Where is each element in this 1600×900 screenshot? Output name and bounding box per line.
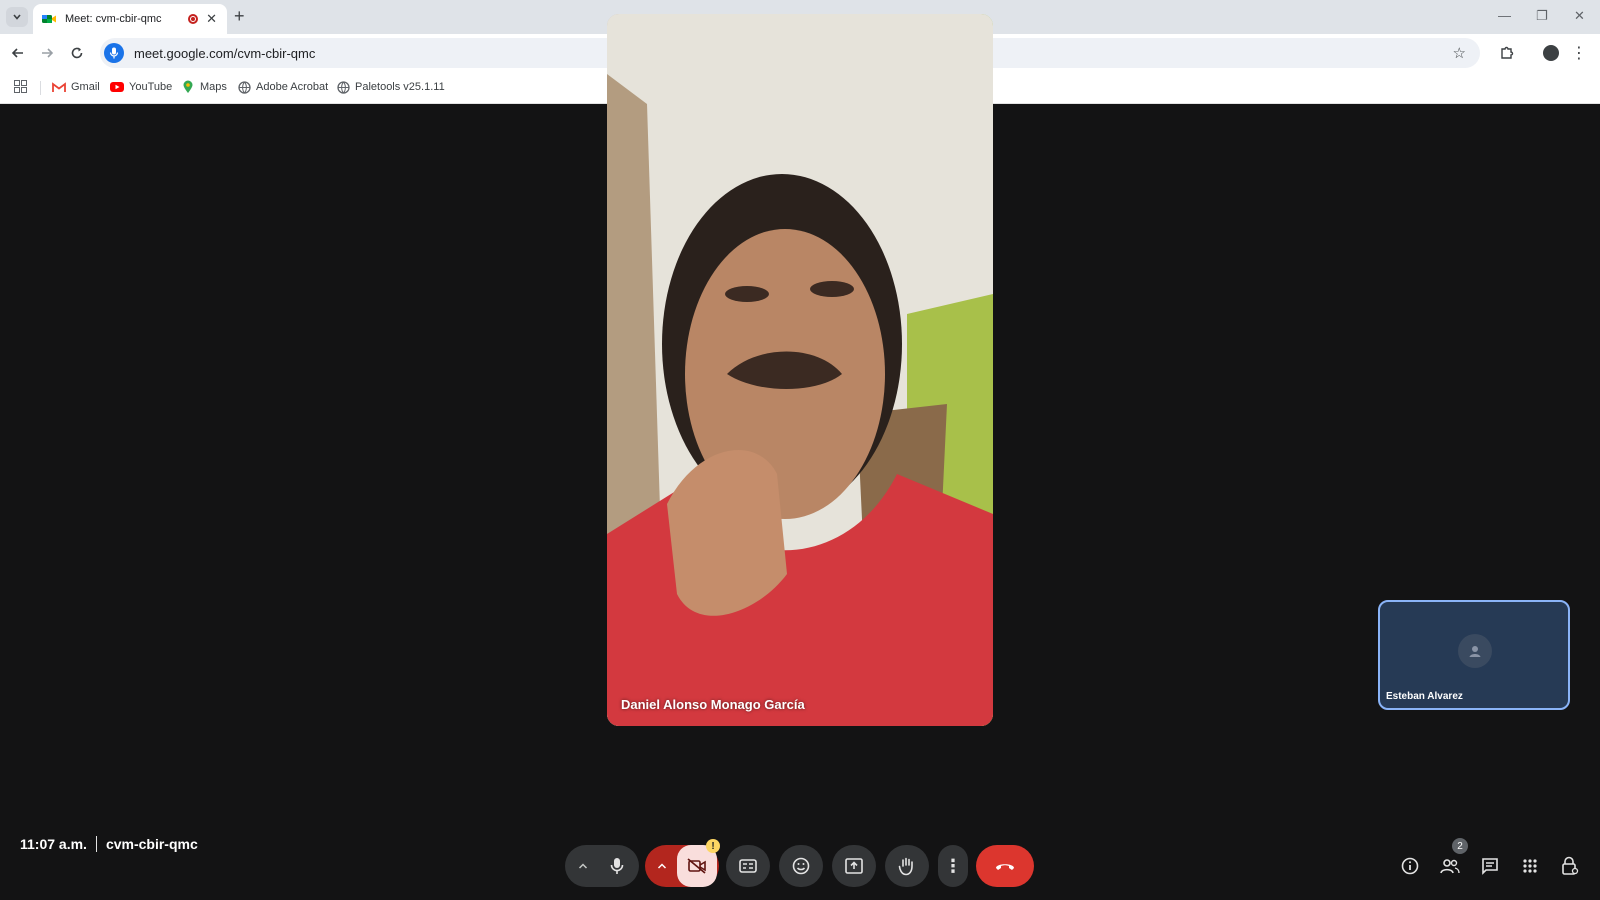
mic-active-icon[interactable] xyxy=(104,43,124,63)
bookmark-gmail[interactable]: Gmail xyxy=(52,80,100,94)
more-vert-icon: ⋮ xyxy=(944,855,962,876)
arrow-left-icon xyxy=(11,48,23,58)
microphone-icon xyxy=(610,858,624,874)
people-icon xyxy=(1440,859,1460,874)
bookmark-youtube[interactable]: YouTube xyxy=(110,80,172,94)
chevron-down-icon xyxy=(13,14,21,20)
camera-off-icon xyxy=(687,858,706,874)
gmail-icon xyxy=(52,80,66,94)
main-participant-video[interactable]: Daniel Alonso Monago García xyxy=(607,14,993,726)
maps-icon xyxy=(181,80,195,94)
host-controls-button[interactable] xyxy=(1556,852,1584,880)
globe-icon xyxy=(336,80,350,94)
tab-meet[interactable]: Meet: cvm-cbir-qmc ✕ xyxy=(33,4,227,34)
tab-search-button[interactable] xyxy=(6,7,28,27)
meeting-details-button[interactable] xyxy=(1396,852,1424,880)
tab-close-button[interactable]: ✕ xyxy=(206,11,217,27)
meet-favicon-icon xyxy=(42,15,56,23)
youtube-icon xyxy=(110,80,124,94)
apps-button[interactable] xyxy=(14,80,27,93)
chevron-up-icon xyxy=(578,863,588,869)
forward-button[interactable] xyxy=(36,42,58,64)
bookmark-label: YouTube xyxy=(129,81,173,93)
emoji-icon xyxy=(792,857,810,875)
raise-hand-button[interactable] xyxy=(885,845,929,887)
profile-icon xyxy=(1543,45,1559,61)
microphone-button[interactable] xyxy=(598,847,636,885)
restore-icon[interactable]: ❐ xyxy=(1536,8,1548,24)
reload-icon xyxy=(71,47,83,59)
bookmark-label: Adobe Acrobat xyxy=(256,81,329,93)
bookmark-star-icon[interactable]: ☆ xyxy=(1453,44,1466,62)
people-count-badge: 2 xyxy=(1452,838,1468,854)
camera-warning-badge: ! xyxy=(706,839,720,853)
more-vert-icon: ⋮ xyxy=(1571,45,1587,62)
self-view-tile[interactable]: Esteban Alvarez xyxy=(1378,600,1570,710)
person-icon xyxy=(1469,646,1481,657)
arrow-right-icon xyxy=(42,48,54,58)
audio-control-group xyxy=(565,845,639,887)
reload-button[interactable] xyxy=(66,42,88,64)
bookmark-paletools[interactable]: Paletools v25.1.11 xyxy=(336,80,445,94)
chat-icon xyxy=(1482,858,1498,875)
present-icon xyxy=(845,858,863,874)
bookmark-adobe-acrobat[interactable]: Adobe Acrobat xyxy=(237,80,328,94)
window-close-icon[interactable]: ✕ xyxy=(1574,8,1585,24)
audio-options-button[interactable] xyxy=(568,862,598,870)
bookmark-label: Maps xyxy=(200,81,227,93)
minimize-icon[interactable]: — xyxy=(1498,8,1511,23)
puzzle-icon xyxy=(1501,46,1514,59)
tab-title: Meet: cvm-cbir-qmc xyxy=(65,13,162,25)
bookmark-maps[interactable]: Maps xyxy=(181,80,227,94)
video-options-button[interactable] xyxy=(647,862,677,870)
call-controls: ⋮ xyxy=(0,845,1600,887)
activities-button[interactable] xyxy=(1516,852,1544,880)
reactions-button[interactable] xyxy=(779,845,823,887)
self-name-label: Esteban Alvarez xyxy=(1386,691,1463,702)
globe-icon xyxy=(237,80,251,94)
captions-button[interactable] xyxy=(726,845,770,887)
profile-avatar[interactable] xyxy=(1540,42,1562,64)
extensions-button[interactable] xyxy=(1496,42,1518,64)
hand-icon xyxy=(898,857,913,876)
leave-call-button[interactable] xyxy=(976,845,1034,887)
info-icon xyxy=(1401,857,1419,875)
recording-icon xyxy=(188,14,199,24)
more-options-button[interactable]: ⋮ xyxy=(938,845,968,887)
apps-grid-icon xyxy=(14,80,27,93)
participant-video-feed xyxy=(607,14,993,726)
people-button[interactable] xyxy=(1436,852,1464,880)
chat-button[interactable] xyxy=(1476,852,1504,880)
back-button[interactable] xyxy=(7,42,29,64)
lock-person-icon xyxy=(1562,856,1579,875)
browser-menu-button[interactable]: ⋮ xyxy=(1568,42,1590,64)
participant-name-label: Daniel Alonso Monago García xyxy=(621,697,805,712)
avatar xyxy=(1458,634,1492,668)
bookmark-label: Paletools v25.1.11 xyxy=(355,81,445,93)
bookmark-divider xyxy=(40,81,41,95)
closed-captions-icon xyxy=(739,859,757,873)
hang-up-icon xyxy=(996,864,1014,870)
apps-grid-icon xyxy=(1523,859,1537,873)
new-tab-button[interactable]: + xyxy=(234,6,245,27)
present-screen-button[interactable] xyxy=(832,845,876,887)
chevron-up-icon xyxy=(657,863,667,869)
bookmark-label: Gmail xyxy=(71,81,100,93)
